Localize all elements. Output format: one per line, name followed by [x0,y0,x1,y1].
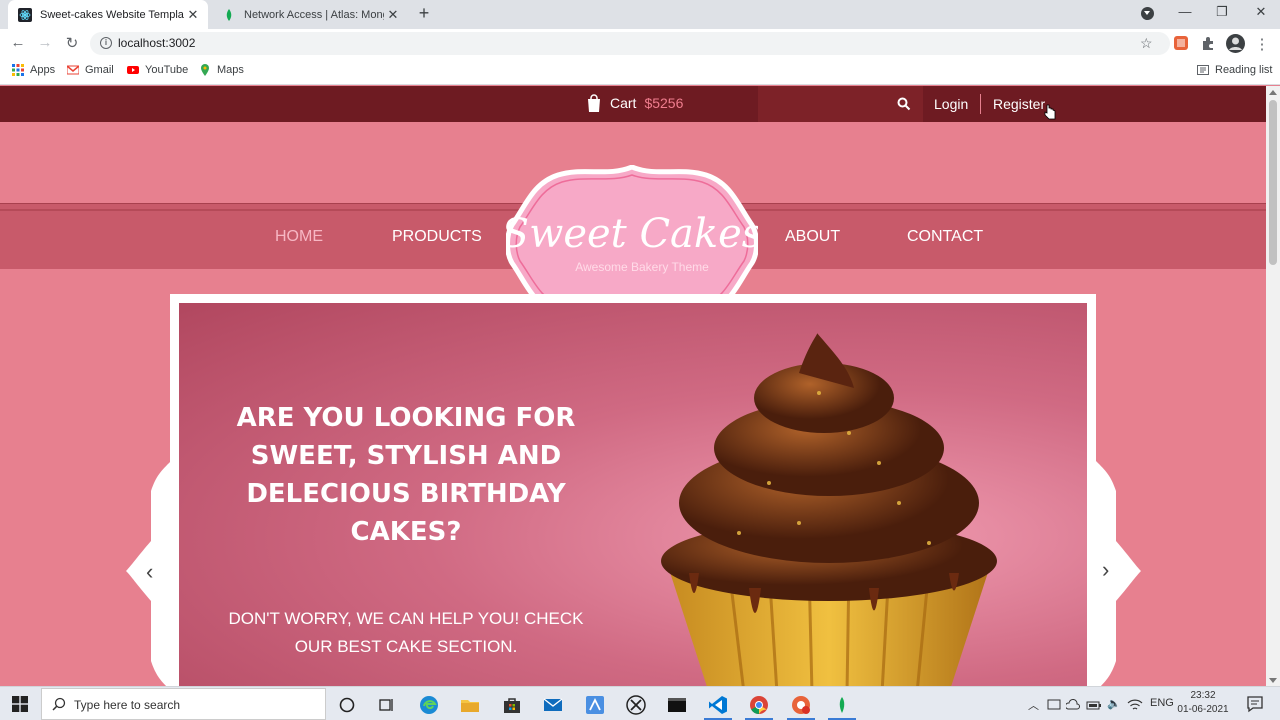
taskbar-search-input[interactable]: Type here to search [41,688,326,720]
bookmark-maps[interactable]: Maps [199,64,244,76]
chrome-icon[interactable] [749,695,769,715]
show-hidden-icons[interactable]: ︿ [1028,697,1039,713]
scroll-up-icon[interactable] [1269,90,1277,95]
terminal-icon[interactable] [667,695,687,715]
cart-link[interactable]: Cart $5256 [586,94,683,112]
battery-icon[interactable] [1086,698,1102,712]
minimize-icon[interactable]: — [1175,4,1195,19]
windows-start-icon[interactable] [12,696,28,712]
nav-about[interactable]: ABOUT [785,228,840,246]
browser-tab-strip: Sweet-cakes Website Template | ✕ Network… [0,0,1280,29]
hero-slide: ARE YOU LOOKING FOR SWEET, STYLISH AND D… [179,303,1087,686]
window-close-icon[interactable]: ✕ [1251,4,1271,20]
cortana-icon[interactable] [337,695,357,715]
bookmark-gmail[interactable]: Gmail [67,64,114,76]
new-tab-button[interactable]: + [415,4,433,23]
edge-icon[interactable] [419,695,439,715]
extension-icon[interactable] [1173,35,1189,51]
site-info-icon[interactable]: i [100,37,112,49]
cart-label: Cart [610,95,637,111]
azure-data-studio-icon[interactable] [585,695,605,715]
reload-icon[interactable]: ↻ [62,34,82,52]
cart-amount: $5256 [644,95,684,111]
menu-kebab-icon[interactable]: ⋮ [1252,35,1272,53]
close-tab-icon[interactable]: ✕ [384,7,402,23]
chrome-app-icon[interactable] [791,695,811,715]
task-view-icon[interactable] [377,695,397,715]
vscode-icon[interactable] [708,695,728,715]
register-link[interactable]: Register [993,96,1045,112]
hand-cursor-icon [1044,104,1056,120]
reading-list-label: Reading list [1215,64,1273,76]
slide-subtext: DON'T WORRY, WE CAN HELP YOU! CHECK OUR … [228,609,584,656]
page-scrollbar[interactable] [1266,86,1280,686]
react-favicon-icon [18,7,32,22]
youtube-icon [127,66,139,74]
language-indicator[interactable]: ENG [1150,697,1174,709]
notifications-icon[interactable] [1246,695,1264,713]
browser-toolbar: ← → ↻ i localhost:3002 [0,29,1280,58]
wifi-icon[interactable] [1127,698,1143,712]
bookmark-label: YouTube [145,64,189,76]
logo-subtitle: Awesome Bakery Theme [575,260,709,274]
scroll-down-icon[interactable] [1269,678,1277,683]
store-icon[interactable] [502,695,522,715]
nav-products[interactable]: PRODUCTS [392,228,482,246]
logo-title: Sweet Cakes [506,211,758,257]
reading-list-icon [1197,65,1209,75]
tab-sweet-cakes[interactable]: Sweet-cakes Website Template | ✕ [8,0,208,29]
slide-heading: ARE YOU LOOKING FOR SWEET, STYLISH AND D… [236,403,576,547]
file-explorer-icon[interactable] [460,695,480,715]
clock[interactable]: 23:32 01-06-2021 [1176,689,1230,717]
search-icon [52,697,66,711]
scroll-thumb[interactable] [1269,100,1277,265]
onedrive-icon[interactable] [1066,698,1080,712]
tab-title: Sweet-cakes Website Template | [40,8,184,21]
bookmark-apps[interactable]: Apps [12,64,55,76]
restore-icon[interactable]: ❐ [1212,4,1232,20]
profile-avatar[interactable] [1226,34,1245,53]
maps-icon [201,64,209,76]
tray-app-icon[interactable] [1047,698,1061,712]
tab-mongodb-atlas[interactable]: Network Access | Atlas: MongoDB ✕ [212,0,408,29]
close-tab-icon[interactable]: ✕ [184,7,202,23]
tab-search-icon[interactable] [1141,7,1154,20]
windows-taskbar: Type here to search ︿ 🔈 ENG 23:32 01-06-… [0,686,1280,720]
slider-next-arrow-icon[interactable]: › [1102,557,1109,583]
bookmark-label: Maps [217,64,244,76]
gmail-icon [67,65,79,75]
nav-home[interactable]: HOME [275,228,323,246]
back-icon[interactable]: ← [8,34,28,51]
divider [980,94,981,114]
reading-list[interactable]: Reading list [1197,64,1272,76]
clock-date: 01-06-2021 [1177,704,1229,715]
url-text: localhost:3002 [118,36,196,50]
clock-time: 23:32 [1190,690,1216,701]
website-viewport: Cart $5256 Login Register HOME PRODUCTS … [0,86,1266,686]
address-bar[interactable]: i localhost:3002 [90,32,1170,55]
forward-icon[interactable]: → [35,34,55,51]
cupcake-image [661,333,997,686]
mongodb-compass-icon[interactable] [832,695,852,715]
slider-prev-arrow-icon[interactable]: ‹ [146,559,153,585]
mail-icon[interactable] [543,695,563,715]
search-placeholder: Type here to search [74,698,181,712]
top-utility-bar: Cart $5256 Login Register [0,86,1266,122]
xbox-icon[interactable] [626,695,646,715]
bookmark-label: Gmail [85,64,114,76]
login-link[interactable]: Login [934,96,968,112]
bookmark-youtube[interactable]: YouTube [127,64,188,76]
volume-icon[interactable]: 🔈 [1107,697,1121,710]
bookmark-label: Apps [30,64,56,76]
apps-grid-icon [12,64,24,76]
mongodb-leaf-icon [226,8,232,21]
shopping-bag-icon [588,94,600,112]
nav-contact[interactable]: CONTACT [907,228,983,246]
puzzle-extensions-icon[interactable] [1200,35,1216,51]
tab-title: Network Access | Atlas: MongoDB [244,8,384,21]
search-icon[interactable] [897,97,911,111]
bookmark-star-icon[interactable]: ☆ [1140,35,1153,52]
bookmarks-bar: Apps Gmail YouTube Maps Reading list [0,58,1280,85]
